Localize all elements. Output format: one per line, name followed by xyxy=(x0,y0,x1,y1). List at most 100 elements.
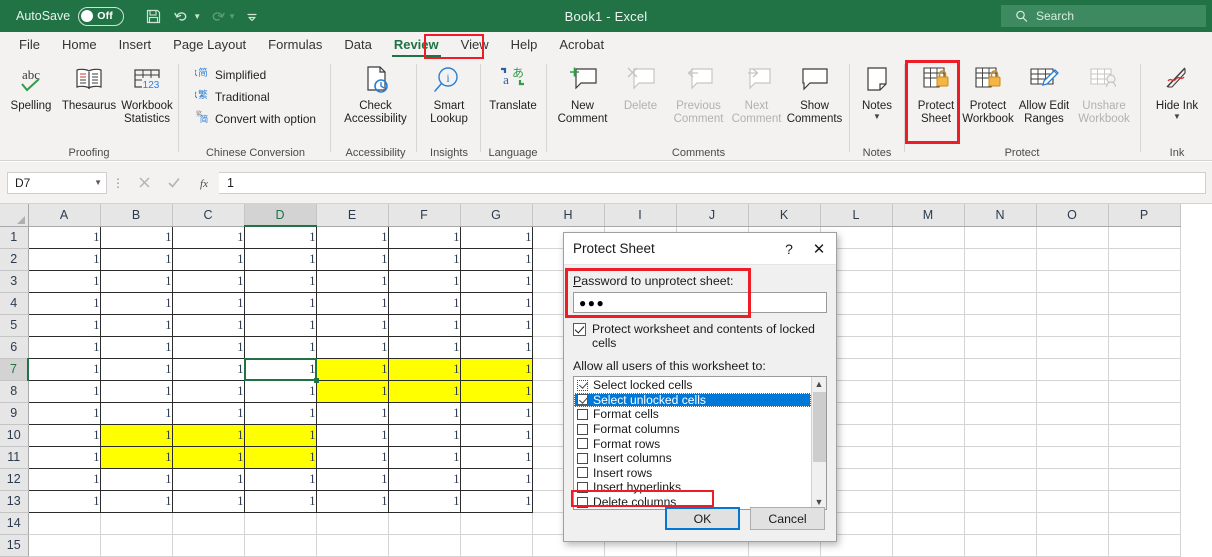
cell-m3[interactable] xyxy=(892,270,965,293)
cell-m4[interactable] xyxy=(892,292,965,315)
cell-b2[interactable]: 1 xyxy=(100,248,173,271)
check-accessibility-button[interactable]: Check Accessibility xyxy=(336,58,415,126)
column-header-k[interactable]: K xyxy=(748,204,821,227)
formula-input[interactable]: 1 xyxy=(219,171,1206,194)
permission-item[interactable]: Insert hyperlinks xyxy=(574,480,811,495)
tab-file[interactable]: File xyxy=(8,33,51,57)
cell-f15[interactable] xyxy=(388,534,461,557)
cell-n2[interactable] xyxy=(964,248,1037,271)
row-header-7[interactable]: 7 xyxy=(0,358,29,381)
cell-b4[interactable]: 1 xyxy=(100,292,173,315)
cell-m8[interactable] xyxy=(892,380,965,403)
cell-p6[interactable] xyxy=(1108,336,1181,359)
cell-o14[interactable] xyxy=(1036,512,1109,535)
cell-m6[interactable] xyxy=(892,336,965,359)
workbook-statistics-button[interactable]: 123 Workbook Statistics xyxy=(118,58,176,126)
password-input[interactable]: ●●● xyxy=(573,292,827,313)
cell-m12[interactable] xyxy=(892,468,965,491)
row-header-15[interactable]: 15 xyxy=(0,534,29,557)
cell-p10[interactable] xyxy=(1108,424,1181,447)
cell-m7[interactable] xyxy=(892,358,965,381)
cell-a1[interactable]: 1 xyxy=(27,226,101,249)
cell-d15[interactable] xyxy=(244,534,317,557)
cell-o11[interactable] xyxy=(1036,446,1109,469)
cell-b9[interactable]: 1 xyxy=(100,402,173,425)
cell-b15[interactable] xyxy=(100,534,173,557)
column-header-e[interactable]: E xyxy=(316,204,389,227)
hide-ink-button[interactable]: Hide Ink ▼ xyxy=(1149,58,1205,121)
cell-f14[interactable] xyxy=(388,512,461,535)
row-header-4[interactable]: 4 xyxy=(0,292,29,315)
cell-p4[interactable] xyxy=(1108,292,1181,315)
select-all-corner[interactable] xyxy=(0,204,29,227)
protect-worksheet-checkbox[interactable] xyxy=(573,323,586,336)
cell-g8[interactable]: 1 xyxy=(460,380,533,403)
cell-f8[interactable]: 1 xyxy=(388,380,461,403)
permission-item[interactable]: Insert columns xyxy=(574,451,811,466)
cell-a11[interactable]: 1 xyxy=(27,446,101,469)
undo-chevron-down-icon[interactable]: ▼ xyxy=(193,12,201,21)
cell-e5[interactable]: 1 xyxy=(316,314,389,337)
cell-o1[interactable] xyxy=(1036,226,1109,249)
cell-c9[interactable]: 1 xyxy=(172,402,245,425)
column-header-m[interactable]: M xyxy=(892,204,965,227)
cell-b1[interactable]: 1 xyxy=(100,226,173,249)
new-comment-button[interactable]: New Comment xyxy=(554,58,612,126)
cell-d11[interactable]: 1 xyxy=(244,446,317,469)
name-box-chevron-down-icon[interactable]: ▼ xyxy=(94,178,102,187)
convert-with-option-button[interactable]: 繁简 Convert with option xyxy=(191,108,320,130)
cell-g10[interactable]: 1 xyxy=(460,424,533,447)
cell-n13[interactable] xyxy=(964,490,1037,513)
cell-c3[interactable]: 1 xyxy=(172,270,245,293)
permission-checkbox[interactable] xyxy=(577,423,588,435)
permission-checkbox[interactable] xyxy=(577,379,588,391)
cell-p3[interactable] xyxy=(1108,270,1181,293)
cell-b3[interactable]: 1 xyxy=(100,270,173,293)
cell-a13[interactable]: 1 xyxy=(27,490,101,513)
notes-chevron-down-icon[interactable]: ▼ xyxy=(873,112,881,121)
cell-e6[interactable]: 1 xyxy=(316,336,389,359)
cell-b5[interactable]: 1 xyxy=(100,314,173,337)
cell-o15[interactable] xyxy=(1036,534,1109,557)
scrollbar-thumb[interactable] xyxy=(813,392,826,462)
cell-f7[interactable]: 1 xyxy=(388,358,461,381)
cell-m13[interactable] xyxy=(892,490,965,513)
cell-m10[interactable] xyxy=(892,424,965,447)
cell-e12[interactable]: 1 xyxy=(316,468,389,491)
cell-d6[interactable]: 1 xyxy=(244,336,317,359)
protect-worksheet-checkbox-row[interactable]: Protect worksheet and contents of locked… xyxy=(573,322,827,350)
enter-check-icon[interactable] xyxy=(159,172,189,194)
cell-a4[interactable]: 1 xyxy=(27,292,101,315)
undo-icon[interactable] xyxy=(169,4,195,28)
cell-e8[interactable]: 1 xyxy=(316,380,389,403)
cell-a9[interactable]: 1 xyxy=(27,402,101,425)
cell-p14[interactable] xyxy=(1108,512,1181,535)
column-header-p[interactable]: P xyxy=(1108,204,1181,227)
cell-g15[interactable] xyxy=(460,534,533,557)
row-header-6[interactable]: 6 xyxy=(0,336,29,359)
cell-m14[interactable] xyxy=(892,512,965,535)
cell-g5[interactable]: 1 xyxy=(460,314,533,337)
cell-e13[interactable]: 1 xyxy=(316,490,389,513)
row-header-10[interactable]: 10 xyxy=(0,424,29,447)
cell-g9[interactable]: 1 xyxy=(460,402,533,425)
column-header-b[interactable]: B xyxy=(100,204,173,227)
cell-e4[interactable]: 1 xyxy=(316,292,389,315)
insert-function-fx-icon[interactable]: fx xyxy=(189,172,219,194)
cell-b13[interactable]: 1 xyxy=(100,490,173,513)
cell-d9[interactable]: 1 xyxy=(244,402,317,425)
name-box[interactable]: D7 ▼ xyxy=(7,171,107,194)
cell-m1[interactable] xyxy=(892,226,965,249)
cell-b6[interactable]: 1 xyxy=(100,336,173,359)
cell-b11[interactable]: 1 xyxy=(100,446,173,469)
cell-f13[interactable]: 1 xyxy=(388,490,461,513)
cell-p11[interactable] xyxy=(1108,446,1181,469)
cell-a12[interactable]: 1 xyxy=(27,468,101,491)
cell-e14[interactable] xyxy=(316,512,389,535)
tab-formulas[interactable]: Formulas xyxy=(257,33,333,57)
cell-b12[interactable]: 1 xyxy=(100,468,173,491)
tab-acrobat[interactable]: Acrobat xyxy=(548,33,615,57)
permission-item[interactable]: Format columns xyxy=(574,422,811,437)
cell-p12[interactable] xyxy=(1108,468,1181,491)
spelling-button[interactable]: abc Spelling xyxy=(2,58,60,113)
